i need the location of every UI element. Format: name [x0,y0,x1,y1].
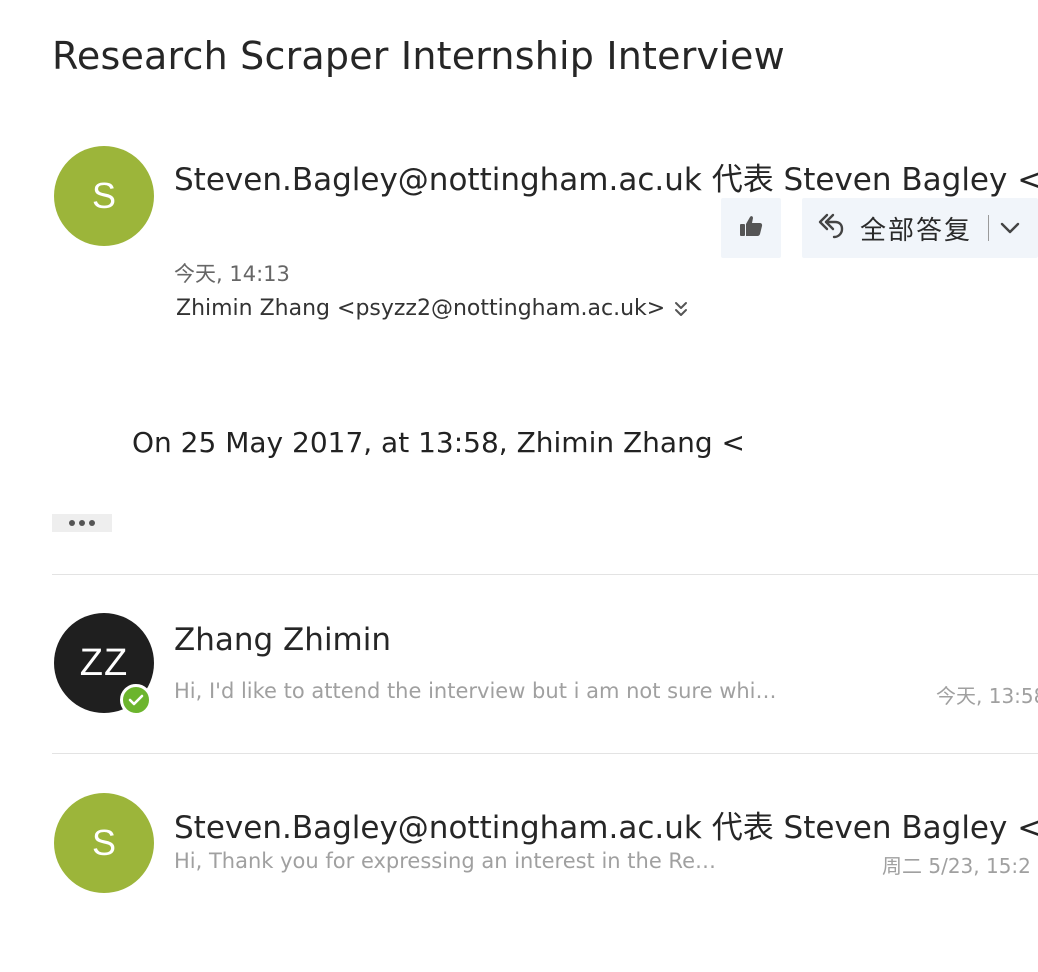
subject-title: Research Scraper Internship Interview [52,34,785,78]
ellipsis-icon [69,520,95,526]
thumbs-up-icon [739,215,763,241]
sender-name[interactable]: Steven.Bagley@nottingham.ac.uk 代表 Steven… [174,154,1038,199]
thread-sender: Steven.Bagley@nottingham.ac.uk 代表 Steven… [174,810,1038,846]
thread-item[interactable] [52,590,1038,740]
divider [52,753,1038,754]
reply-all-label: 全部答复 [860,215,973,246]
thread-preview: Hi, I'd like to attend the interview but… [174,679,777,703]
avatar-initials: ZZ [79,641,129,684]
recipient-line[interactable]: Zhimin Zhang <psyzz2@nottingham.ac.uk> [176,296,689,321]
thread-time: 今天, 13:58 [936,684,1038,708]
check-badge-icon [120,684,152,716]
avatar: S [54,793,154,893]
divider [52,574,1038,575]
like-button[interactable] [721,198,781,258]
thread-preview: Hi, Thank you for expressing an interest… [174,849,716,873]
avatar-initials: S [91,175,116,216]
avatar[interactable]: S [54,146,154,246]
message-time: 今天, 14:13 [174,262,290,286]
button-separator [988,215,990,241]
reply-all-button[interactable]: 全部答复 [802,198,1038,258]
recipient: Zhimin Zhang <psyzz2@nottingham.ac.uk> [176,296,666,321]
thread-time: 周二 5/23, 15:2 [882,854,1031,878]
reply-all-icon [816,211,846,245]
thread-sender: Zhang Zhimin [174,622,392,658]
avatar-initials: S [91,822,116,863]
double-chevron-down-icon[interactable] [673,299,689,319]
show-quoted-button[interactable] [52,514,112,532]
quoted-header: On 25 May 2017, at 13:58, Zhimin Zhang < [132,426,745,459]
chevron-down-icon[interactable] [999,221,1021,235]
